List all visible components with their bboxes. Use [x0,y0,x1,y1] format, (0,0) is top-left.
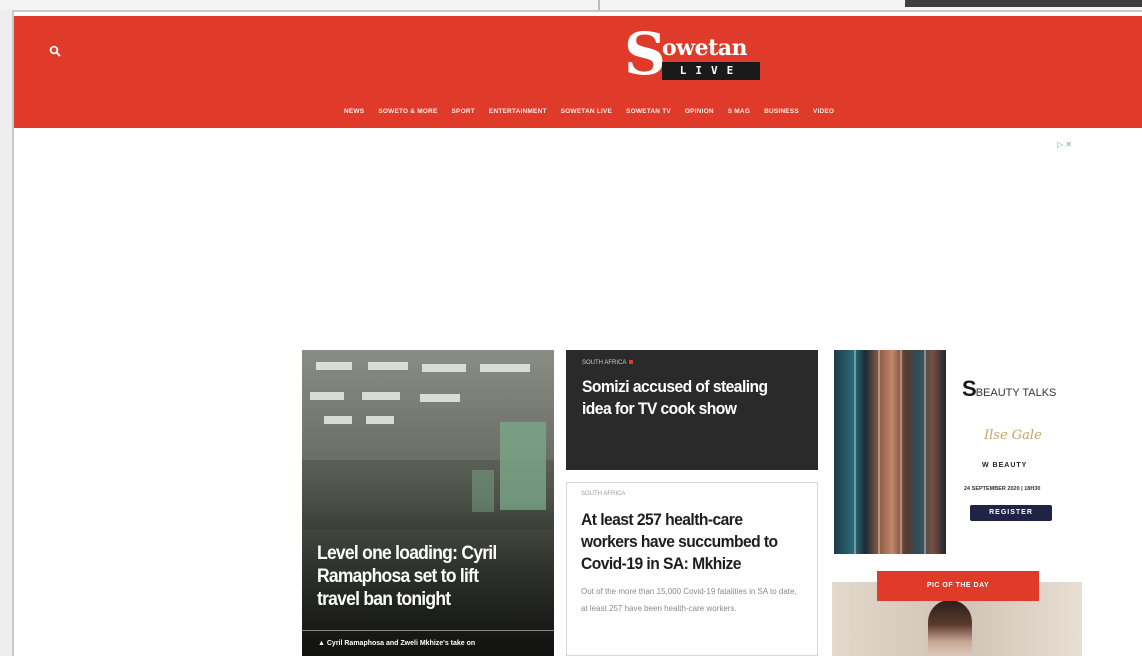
story-kicker: South Africa [581,491,626,497]
page-frame: S owetan LIVE News Soweto & More Sport E… [12,10,1142,656]
nav-business[interactable]: Business [764,108,799,115]
nav-sowetan-tv[interactable]: Sowetan TV [626,108,671,115]
logo-live: LIVE [662,62,760,80]
story-card-health-workers[interactable]: South Africa At least 257 health-care wo… [566,482,818,656]
hero-image-lamp [362,392,400,400]
sowetan-live-logo[interactable]: S owetan LIVE [624,22,774,86]
kicker-dot-icon [629,360,634,365]
hero-image-lamp [324,416,352,424]
ad-artwork [834,350,946,554]
main-nav: News Soweto & More Sport Entertainment S… [344,104,834,118]
nav-video[interactable]: Video [813,108,834,115]
hero-headline[interactable]: Level one loading: Cyril Ramaphosa set t… [317,542,524,611]
hero-image-lamp [310,392,344,400]
hero-image-lamp [480,364,530,372]
nav-sport[interactable]: Sport [452,108,475,115]
ad-brand: SBEAUTY TALKS [962,376,1056,402]
hero-image-lamp [368,362,408,370]
pic-of-the-day-label: Pic of the day [877,571,1039,601]
browser-top-strip [0,0,1142,10]
search-icon[interactable] [49,45,61,57]
hero-divider [302,630,554,631]
nav-s-mag[interactable]: S Mag [728,108,750,115]
ad-space [290,140,1080,340]
story-headline[interactable]: At least 257 health-care workers have su… [581,509,791,575]
hero-story[interactable]: Level one loading: Cyril Ramaphosa set t… [302,350,554,656]
nav-soweto-more[interactable]: Soweto & More [378,108,437,115]
hero-image-lamp [420,394,460,402]
ad-line-date: 24 SEPTEMBER 2020 | 18H30 [964,486,1041,492]
ad-artwork-strip [854,350,856,554]
hero-image-lamp [422,364,466,372]
nav-news[interactable]: News [344,108,364,115]
register-button[interactable]: REGISTER [970,505,1052,521]
story-kicker: South Africa [582,360,634,366]
story-summary: Out of the more than 15,000 Covid-19 fat… [581,587,797,613]
potd-person-image [928,600,972,656]
nav-opinion[interactable]: Opinion [685,108,714,115]
site-header: S owetan LIVE News Soweto & More Sport E… [14,16,1142,128]
beauty-talks-ad[interactable]: SBEAUTY TALKS Ilse Gale W BEAUTY 24 SEPT… [834,350,1064,554]
ad-brand-letter: S [962,376,977,401]
story-headline[interactable]: Somizi accused of stealing idea for TV c… [582,376,784,420]
logo-owetan: owetan [662,35,748,61]
top-thumbnail [905,0,1142,7]
ad-artwork-strip [900,350,902,554]
nav-sowetan-live[interactable]: Sowetan Live [561,108,612,115]
story-card-somizi[interactable]: South Africa Somizi accused of stealing … [566,350,818,470]
ad-artwork-strip [924,350,926,554]
ad-brand-words: BEAUTY TALKS [975,387,1057,399]
ad-script-signature: Ilse Gale [984,428,1042,443]
nav-entertainment[interactable]: Entertainment [489,108,547,115]
story-kicker-label: South Africa [582,360,627,366]
hero-related-link[interactable]: ▲ Cyril Ramaphosa and Zweli Mkhize's tak… [318,640,475,647]
hero-image-lamp [366,416,394,424]
hero-image-screen [500,422,546,510]
ad-line-brand: W BEAUTY [982,462,1028,469]
adchoices-icon[interactable]: ▷ ✕ [1057,140,1072,149]
hero-image-lamp [316,362,352,370]
logo-s: S [624,20,666,88]
window-separator [598,0,600,10]
ad-artwork-strip [878,350,880,554]
